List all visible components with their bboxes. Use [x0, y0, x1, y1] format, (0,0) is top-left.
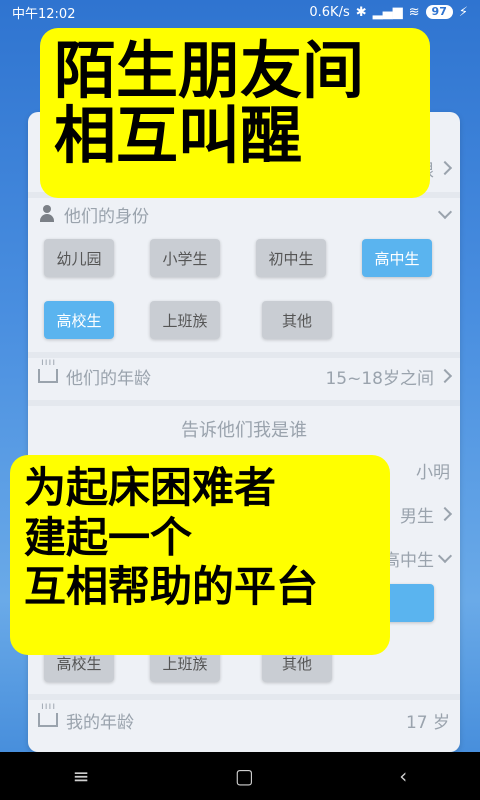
their-identity-chip[interactable]: 幼儿园: [44, 239, 114, 277]
wifi-icon: ≋: [408, 4, 420, 20]
cake-icon: [38, 701, 58, 727]
home-icon[interactable]: ▢: [235, 764, 254, 788]
chevron-right-icon: [437, 368, 453, 384]
nav-bar: ≡ ▢ ‹: [0, 752, 480, 800]
chevron-down-icon: [437, 204, 453, 220]
my-name-value: 小明: [416, 462, 450, 483]
cake-icon: [38, 357, 58, 383]
status-icons: 0.6K/s ✱ ▂▄▆ ≋ 97 ⚡: [309, 5, 468, 20]
person-icon: [38, 205, 56, 223]
their-identity-chip[interactable]: 小学生: [150, 239, 220, 277]
settings-panel: 不限 他们的身份 幼儿园 小学生 初中生 高中生 高校生 上班族 其他 他们的年…: [28, 112, 460, 752]
network-speed: 0.6K/s: [309, 4, 350, 20]
status-time: 中午12:02: [12, 6, 76, 22]
my-identity-chip-selected[interactable]: [384, 584, 434, 622]
their-identity-row[interactable]: 他们的身份: [28, 192, 460, 236]
their-age-value: 15~18岁之间: [325, 368, 434, 389]
chevron-right-icon: [437, 506, 453, 522]
divider: [28, 400, 460, 406]
their-age-label: 他们的年龄: [66, 368, 151, 389]
bluetooth-icon: ✱: [355, 4, 367, 20]
promo-line: 互相帮助的平台: [24, 562, 319, 612]
their-identity-chip[interactable]: 初中生: [256, 239, 326, 277]
promo-callout-bottom: 为起床困难者 建起一个 互相帮助的平台: [10, 455, 390, 655]
section-title: 告诉他们我是谁: [181, 420, 307, 441]
my-age-row[interactable]: 我的年龄 17 岁: [28, 698, 460, 742]
battery-icon: 97: [425, 5, 453, 19]
signal-icon: ▂▄▆: [372, 4, 403, 20]
status-bar: 中午12:02 0.6K/s ✱ ▂▄▆ ≋ 97 ⚡: [0, 0, 480, 24]
their-age-row[interactable]: 他们的年龄 15~18岁之间: [28, 354, 460, 398]
promo-line: 为起床困难者: [24, 463, 277, 512]
promo-line: 建起一个: [24, 512, 193, 562]
my-age-value: 17 岁: [405, 712, 450, 733]
my-gender-value: 男生: [400, 506, 434, 527]
my-age-label: 我的年龄: [66, 712, 134, 733]
my-identity-value: 高中生: [383, 550, 434, 571]
their-identity-chip[interactable]: 其他: [262, 301, 332, 339]
back-icon[interactable]: ‹: [399, 764, 407, 788]
promo-line: 相互叫醒: [54, 99, 303, 173]
their-identity-chip[interactable]: 上班族: [150, 301, 220, 339]
chevron-down-icon: [437, 548, 453, 564]
their-identity-chip-selected[interactable]: 高校生: [44, 301, 114, 339]
menu-icon[interactable]: ≡: [73, 764, 90, 788]
their-identity-label: 他们的身份: [64, 206, 149, 227]
charging-icon: ⚡: [458, 4, 468, 20]
chevron-right-icon: [437, 160, 453, 176]
promo-line: 陌生朋友间: [54, 34, 365, 107]
promo-callout-top: 陌生朋友间 相互叫醒: [40, 28, 430, 198]
their-identity-chip-selected[interactable]: 高中生: [362, 239, 432, 277]
